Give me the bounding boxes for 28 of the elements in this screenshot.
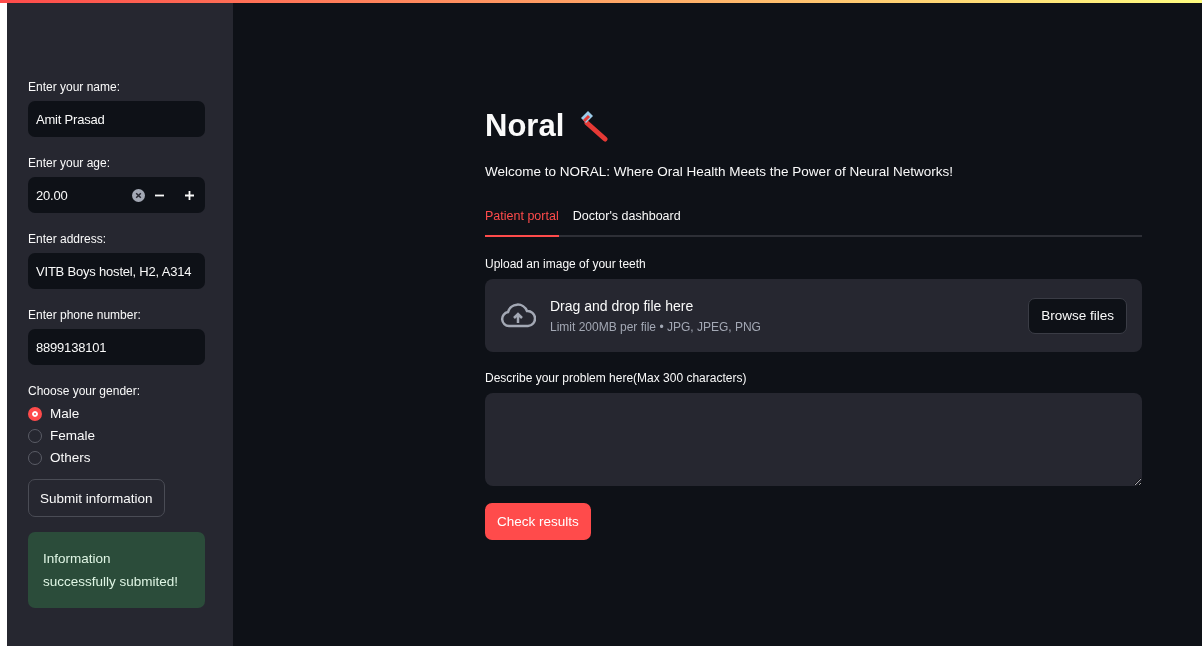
upload-label: Upload an image of your teeth (485, 257, 647, 271)
page-title: Noral (485, 108, 565, 144)
dropzone-hint: Limit 200MB per file • JPG, JPEG, PNG (550, 319, 762, 334)
radio-label[interactable]: Male (50, 406, 80, 421)
input-field[interactable]: 8899138101 (28, 329, 205, 365)
number-input[interactable]: 20.00 (28, 177, 205, 213)
plus-icon[interactable] (185, 190, 194, 200)
clear-icon[interactable] (132, 188, 145, 202)
submit-button[interactable]: Submit information (28, 479, 165, 517)
radio-label[interactable]: Female (50, 428, 95, 443)
field-label: Enter phone number: (28, 308, 142, 322)
input-field[interactable]: VITB Boys hostel, H2, A314 (28, 253, 205, 289)
browse-button[interactable]: Browse files (1028, 297, 1127, 334)
field-label: Enter your age: (28, 156, 112, 170)
radio-label[interactable]: Others (50, 450, 91, 465)
field-label: Enter your name: (28, 80, 122, 94)
input-field[interactable]: Amit Prasad (28, 101, 205, 137)
field-label: Choose your gender: (28, 384, 142, 398)
success-message: Information successfully submited! (28, 532, 205, 608)
field-label: Enter address: (28, 232, 108, 246)
file-dropzone[interactable]: Drag and drop file here Limit 200MB per file • JPG, JPEG, PNG Browse files (485, 279, 1142, 352)
cloud-upload-icon (500, 302, 536, 329)
radio-button[interactable] (28, 406, 42, 421)
tab[interactable]: Patient portal (485, 205, 559, 237)
problem-label: Describe your problem here(Max 300 characters) (485, 371, 748, 385)
dropzone-title: Drag and drop file here (550, 297, 695, 314)
tab[interactable]: Doctor's dashboard (572, 205, 681, 237)
welcome-text: Welcome to NORAL: Where Oral Health Meets the Power of Neural Networks! (485, 164, 954, 179)
